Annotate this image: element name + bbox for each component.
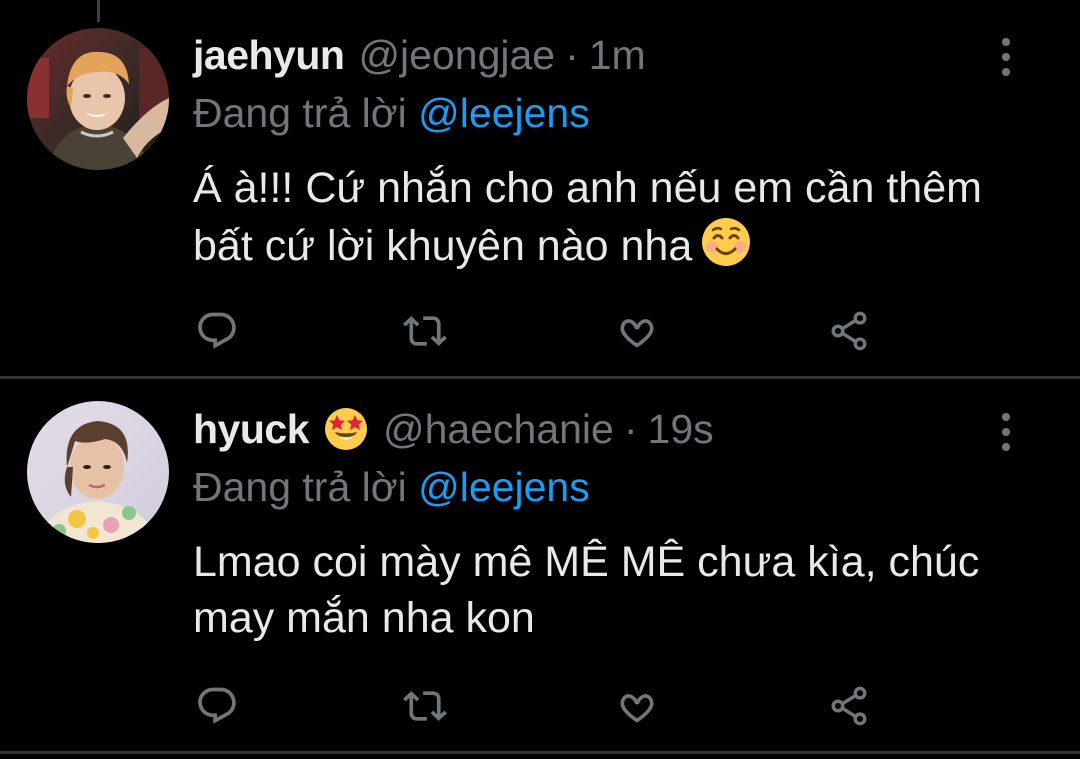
more-options-icon[interactable] xyxy=(990,402,1022,462)
reply-mention-link[interactable]: @leejens xyxy=(418,90,590,136)
star-struck-emoji-icon xyxy=(323,406,369,452)
reply-icon[interactable] xyxy=(190,679,244,733)
replying-to: Đang trả lời @leejens xyxy=(193,90,590,137)
tweet-text: Lmao coi mày mê MÊ MÊ chưa kìa, chúc may… xyxy=(193,538,980,642)
retweet-icon[interactable] xyxy=(398,679,452,733)
divider xyxy=(0,751,1080,754)
timestamp[interactable]: 1m xyxy=(589,32,646,79)
timeline: jaehyun @jeongjae · 1m Đang trả lời @lee… xyxy=(0,0,1080,759)
replying-to: Đang trả lời @leejens xyxy=(193,464,590,511)
tweet-header: hyuck @haechanie · 19s xyxy=(193,404,970,454)
smiling-face-emoji-icon xyxy=(700,216,752,268)
separator-dot: · xyxy=(623,405,638,452)
share-icon[interactable] xyxy=(822,679,876,733)
tweet-header: jaehyun @jeongjae · 1m xyxy=(193,30,970,80)
timestamp[interactable]: 19s xyxy=(648,406,714,453)
tweet[interactable]: hyuck @haechanie · 19s Đang trả lời @lee… xyxy=(0,379,1080,751)
display-name[interactable]: hyuck xyxy=(193,406,310,453)
tweet[interactable]: jaehyun @jeongjae · 1m Đang trả lời @lee… xyxy=(0,0,1080,376)
avatar[interactable] xyxy=(27,28,169,170)
retweet-icon[interactable] xyxy=(398,304,452,358)
replying-to-label: Đang trả lời xyxy=(193,464,407,510)
avatar[interactable] xyxy=(27,401,169,543)
tweet-body: Á à!!! Cứ nhắn cho anh nếu em cần thêm b… xyxy=(193,160,993,274)
user-handle[interactable]: @jeongjae xyxy=(358,32,555,79)
reply-mention-link[interactable]: @leejens xyxy=(418,464,590,510)
display-name[interactable]: jaehyun xyxy=(193,32,345,79)
tweet-body: Lmao coi mày mê MÊ MÊ chưa kìa, chúc may… xyxy=(193,534,993,646)
tweet-actions xyxy=(190,679,880,733)
more-options-icon[interactable] xyxy=(990,27,1022,87)
user-handle[interactable]: @haechanie xyxy=(383,406,614,453)
tweet-actions xyxy=(190,304,880,358)
share-icon[interactable] xyxy=(822,304,876,358)
like-icon[interactable] xyxy=(610,679,664,733)
like-icon[interactable] xyxy=(610,304,664,358)
reply-icon[interactable] xyxy=(190,304,244,358)
tweet-text: Á à!!! Cứ nhắn cho anh nếu em cần thêm b… xyxy=(193,164,982,270)
separator-dot: · xyxy=(565,31,579,78)
replying-to-label: Đang trả lời xyxy=(193,90,407,136)
